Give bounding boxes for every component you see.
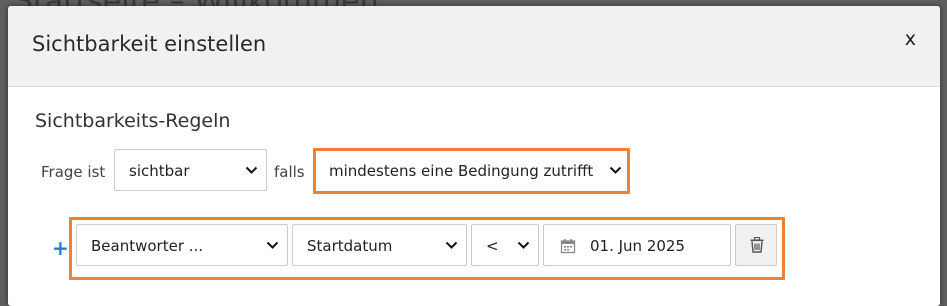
operator-select-value: < bbox=[486, 237, 499, 255]
subject-select-value: Beantworter ... bbox=[91, 237, 204, 255]
visibility-select-value: sichtbar bbox=[129, 162, 190, 180]
if-label: falls bbox=[274, 163, 305, 181]
date-input[interactable]: 01. Jun 2025 bbox=[543, 224, 731, 266]
operator-select[interactable]: < bbox=[471, 224, 539, 266]
chevron-down-icon bbox=[245, 166, 258, 174]
calendar-icon bbox=[560, 239, 576, 254]
dialog-title: Sichtbarkeit einstellen bbox=[32, 32, 267, 56]
field-select[interactable]: Startdatum bbox=[292, 224, 467, 266]
visibility-rule-row: Frage ist sichtbar falls mindestens eine… bbox=[8, 148, 940, 194]
question-is-label: Frage ist bbox=[41, 163, 106, 181]
close-button[interactable]: x bbox=[905, 30, 916, 49]
chevron-down-icon bbox=[517, 241, 530, 249]
match-select[interactable]: mindestens eine Bedingung zutrifft bbox=[317, 152, 626, 190]
dialog-header: Sichtbarkeit einstellen x bbox=[8, 6, 940, 87]
delete-condition-button[interactable] bbox=[735, 224, 777, 266]
chevron-down-icon bbox=[266, 241, 279, 249]
subject-select[interactable]: Beantworter ... bbox=[76, 224, 288, 266]
match-select-value: mindestens eine Bedingung zutrifft bbox=[329, 162, 594, 180]
date-input-value: 01. Jun 2025 bbox=[590, 237, 686, 255]
chevron-down-icon bbox=[445, 241, 458, 249]
visibility-select[interactable]: sichtbar bbox=[114, 149, 267, 191]
add-condition-button[interactable]: + bbox=[52, 236, 69, 260]
visibility-dialog: Sichtbarkeit einstellen x Sichtbarkeits-… bbox=[8, 6, 940, 306]
rules-heading: Sichtbarkeits-Regeln bbox=[35, 110, 231, 132]
field-select-value: Startdatum bbox=[307, 237, 393, 255]
trash-icon bbox=[750, 237, 764, 253]
chevron-down-icon bbox=[609, 166, 622, 174]
